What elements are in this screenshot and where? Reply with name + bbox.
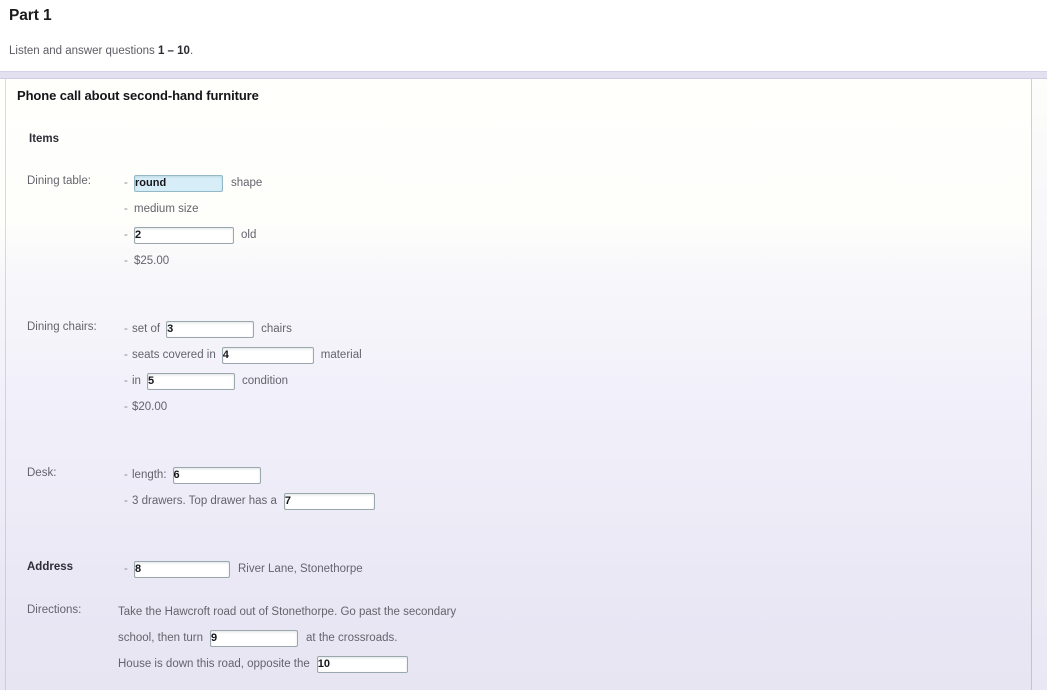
page-title: Part 1 xyxy=(9,7,52,24)
row-dining-table-age: - old xyxy=(124,226,256,244)
content-panel: Phone call about second-hand furniture I… xyxy=(0,79,1047,690)
row-dining-chairs-set: - set of chairs xyxy=(124,320,292,338)
items-heading: Items xyxy=(29,133,60,145)
row-desk-length: - length: xyxy=(124,466,261,484)
label-medium-size: medium size xyxy=(134,203,199,215)
label-chairs-price: $20.00 xyxy=(132,401,168,413)
row-dining-table-price: - $25.00 xyxy=(124,252,169,270)
row-dining-chairs-condition: - in condition xyxy=(124,372,288,390)
label-directions-line2-before: school, then turn xyxy=(118,632,204,644)
label-in: in xyxy=(132,375,141,387)
label-after-q5: condition xyxy=(241,375,288,387)
instruction-suffix: . xyxy=(189,45,194,57)
bullet-dash: - xyxy=(124,229,128,241)
bullet-dash: - xyxy=(124,177,128,189)
page-header: Part 1 Listen and answer questions 1 – 1… xyxy=(0,0,1047,71)
row-directions-line3: House is down this road, opposite the xyxy=(118,655,408,673)
label-drawers: 3 drawers. Top drawer has a xyxy=(132,495,277,507)
row-directions-line2: school, then turn at the crossroads. xyxy=(118,629,397,647)
panel-right-gutter xyxy=(1032,79,1047,690)
row-dining-chairs-seats: - seats covered in material xyxy=(124,346,362,364)
question-range: 1 – 10 xyxy=(157,45,190,57)
bullet-dash: - xyxy=(124,495,128,507)
answer-box-3[interactable] xyxy=(166,320,255,338)
section-title: Phone call about second-hand furniture xyxy=(17,88,259,103)
panel-left-rule xyxy=(5,79,6,690)
answer-box-10[interactable] xyxy=(316,655,408,673)
row-label-address: Address xyxy=(27,561,74,573)
label-after-q8: River Lane, Stonethorpe xyxy=(238,563,363,575)
label-length: length: xyxy=(132,469,167,481)
bullet-dash: - xyxy=(124,255,128,267)
answer-box-9[interactable] xyxy=(210,629,299,647)
label-after-q3: chairs xyxy=(261,323,292,335)
row-dining-table-size: - medium size xyxy=(124,200,199,218)
label-after-example: shape xyxy=(231,177,263,189)
label-after-q2: old xyxy=(241,229,257,241)
bullet-dash: - xyxy=(124,375,128,387)
answer-box-2[interactable] xyxy=(134,226,234,244)
instruction-text: Listen and answer questions 1 – 10. xyxy=(9,45,193,57)
answer-box-6[interactable] xyxy=(172,466,261,484)
label-set-of: set of xyxy=(132,323,161,335)
label-directions-line1: Take the Hawcroft road out of Stonethorp… xyxy=(118,606,457,618)
row-label-dining-table: Dining table: xyxy=(27,175,91,187)
label-seats-covered: seats covered in xyxy=(132,349,216,361)
row-dining-table-shape: - shape xyxy=(124,174,262,192)
answer-box-4[interactable] xyxy=(221,346,314,364)
answer-box-5[interactable] xyxy=(146,372,235,390)
bullet-dash: - xyxy=(124,563,128,575)
label-after-q4: material xyxy=(320,349,362,361)
header-divider xyxy=(0,71,1047,79)
label-directions-line2-after: at the crossroads. xyxy=(306,632,398,644)
bullet-dash: - xyxy=(124,349,128,361)
bullet-dash: - xyxy=(124,203,128,215)
row-dining-chairs-price: - $20.00 xyxy=(124,398,167,416)
row-label-directions: Directions: xyxy=(27,604,82,616)
label-table-price: $25.00 xyxy=(134,255,170,267)
row-directions-line1: Take the Hawcroft road out of Stonethorp… xyxy=(118,603,456,621)
answer-box-8[interactable] xyxy=(134,560,230,578)
row-label-dining-chairs: Dining chairs: xyxy=(27,321,97,333)
row-label-desk: Desk: xyxy=(27,467,57,479)
bullet-dash: - xyxy=(124,401,128,413)
label-directions-line3-before: House is down this road, opposite the xyxy=(118,658,310,670)
bullet-dash: - xyxy=(124,323,128,335)
instruction-prefix: Listen and answer questions xyxy=(9,45,158,57)
answer-box-example[interactable] xyxy=(134,174,223,192)
row-desk-drawers: - 3 drawers. Top drawer has a xyxy=(124,492,375,510)
answer-box-7[interactable] xyxy=(283,492,375,510)
row-address-value: - River Lane, Stonethorpe xyxy=(124,560,363,578)
bullet-dash: - xyxy=(124,469,128,481)
